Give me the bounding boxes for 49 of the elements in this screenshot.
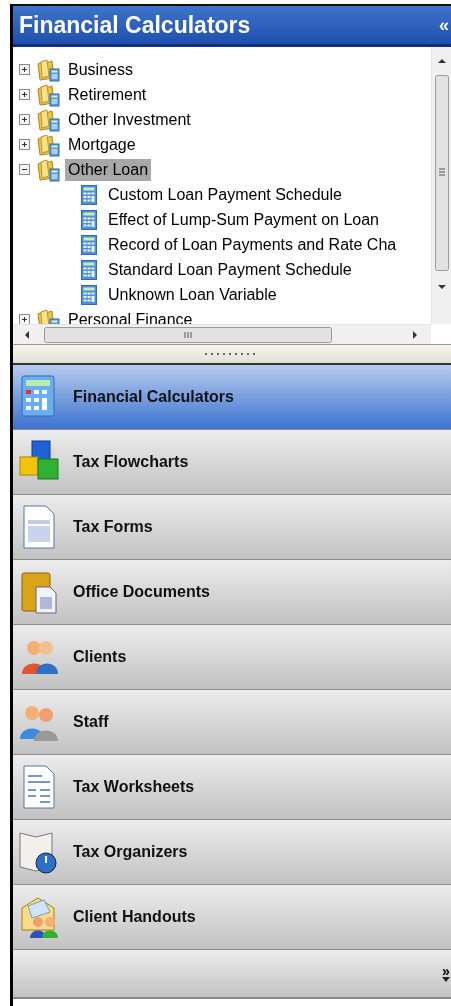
calculator-icon (81, 259, 97, 280)
nav-button[interactable]: Clients (13, 625, 451, 690)
calculator-icon (81, 234, 97, 255)
folder-icon (36, 157, 62, 182)
folder-icon (36, 107, 62, 132)
nav-button[interactable]: Office Documents (13, 560, 451, 625)
expand-icon[interactable] (19, 114, 30, 125)
splitter[interactable] (13, 345, 451, 365)
nav-button[interactable]: Staff (13, 690, 451, 755)
vertical-scrollbar[interactable] (431, 47, 451, 324)
tree-item[interactable]: Retirement (65, 83, 150, 106)
scroll-left-icon[interactable] (23, 329, 31, 340)
tree-item[interactable]: Mortgage (65, 133, 139, 156)
more-buttons-button[interactable]: » (442, 965, 451, 982)
nav-button[interactable]: Financial Calculators (13, 365, 451, 430)
nav-button[interactable]: Tax Organizers (13, 820, 451, 885)
calculator-icon (81, 184, 97, 205)
nav-button[interactable]: Tax Worksheets (13, 755, 451, 820)
expand-icon[interactable] (19, 139, 30, 150)
tree-item[interactable]: Standard Loan Payment Schedule (105, 258, 355, 281)
scrollbar-thumb[interactable] (44, 326, 332, 343)
collapse-button[interactable]: « (439, 14, 451, 36)
scrollbar-thumb[interactable] (434, 75, 449, 271)
folder-icon (36, 57, 62, 82)
scroll-right-icon[interactable] (411, 329, 419, 340)
scroll-up-icon[interactable] (436, 57, 447, 65)
tree-item[interactable]: Personal Finance (65, 308, 196, 324)
nav-button[interactable]: Tax Forms (13, 495, 451, 560)
horizontal-scrollbar[interactable] (13, 324, 431, 344)
tree-item[interactable]: Effect of Lump-Sum Payment on Loan (105, 208, 382, 231)
tree-item[interactable]: Other Loan (65, 158, 152, 181)
panel-title: Financial Calculators (19, 11, 251, 39)
collapse-icon[interactable] (19, 164, 30, 175)
folder-icon (36, 82, 62, 107)
expand-icon[interactable] (19, 64, 30, 75)
dropdown-arrow-icon (442, 977, 450, 982)
expand-icon[interactable] (19, 314, 30, 324)
tree-item[interactable]: Custom Loan Payment Schedule (105, 183, 345, 206)
tree-item[interactable]: Unknown Loan Variable (105, 283, 280, 306)
tree-item[interactable]: Other Investment (65, 108, 194, 131)
expand-icon[interactable] (19, 89, 30, 100)
scroll-down-icon[interactable] (436, 283, 447, 291)
tree-item[interactable]: Record of Loan Payments and Rate Cha (105, 233, 400, 256)
tree-item[interactable]: Business (65, 58, 136, 81)
calculator-icon (81, 284, 97, 305)
nav-button[interactable]: Client Handouts (13, 885, 451, 950)
folder-icon (36, 132, 62, 157)
calculator-icon (81, 209, 97, 230)
nav-button[interactable]: Tax Flowcharts (13, 430, 451, 495)
